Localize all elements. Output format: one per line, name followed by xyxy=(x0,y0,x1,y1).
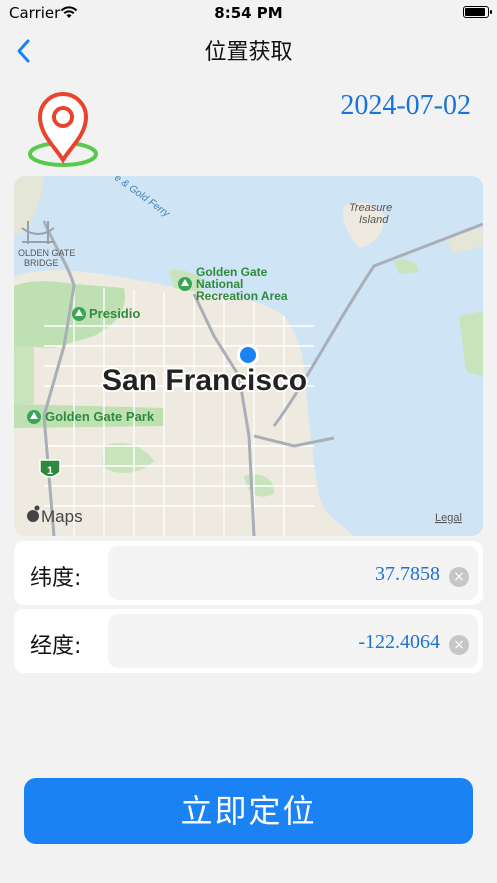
nav-bar: 位置获取 xyxy=(0,26,497,74)
latitude-label: 纬度: xyxy=(30,566,82,591)
clock: 8:54 PM xyxy=(214,4,283,22)
latitude-row: 纬度: 37.7858 × xyxy=(14,541,483,605)
page-title: 位置获取 xyxy=(204,40,293,65)
route-shield-label: 1 xyxy=(47,465,53,477)
locate-now-button[interactable]: 立即定位 xyxy=(24,778,473,844)
status-bar: Carrier 8:54 PM xyxy=(0,0,497,26)
location-pin-icon xyxy=(28,92,98,167)
user-location-dot xyxy=(240,347,256,363)
longitude-label: 经度: xyxy=(30,634,82,659)
map-city-label: San Francisco xyxy=(102,364,307,397)
date-label: 2024-07-02 xyxy=(340,90,471,121)
map-label-recreation-3: Recreation Area xyxy=(196,289,288,303)
clear-longitude-icon[interactable]: × xyxy=(449,635,469,655)
latitude-input[interactable]: 37.7858 × xyxy=(108,546,478,600)
map-label-presidio: Presidio xyxy=(89,306,140,321)
map-label-treasure-2: Island xyxy=(359,214,389,226)
map-view[interactable]: OLDEN GATE BRIDGE e & Gold Ferry Treasur… xyxy=(14,176,483,536)
clear-latitude-icon[interactable]: × xyxy=(449,567,469,587)
map-label-bridge-2: BRIDGE xyxy=(24,258,59,268)
longitude-row: 经度: -122.4064 × xyxy=(14,609,483,673)
longitude-value: -122.4064 xyxy=(358,631,440,653)
map-label-treasure-1: Treasure xyxy=(349,202,392,214)
map-label-golden-gate-park: Golden Gate Park xyxy=(45,409,155,424)
longitude-input[interactable]: -122.4064 × xyxy=(108,614,478,668)
maps-logo-text: Maps xyxy=(41,507,83,526)
battery-icon xyxy=(463,6,492,18)
map-label-bridge-1: OLDEN GATE xyxy=(18,248,75,258)
latitude-value: 37.7858 xyxy=(375,563,440,585)
map-legal-link: Legal xyxy=(435,512,462,524)
